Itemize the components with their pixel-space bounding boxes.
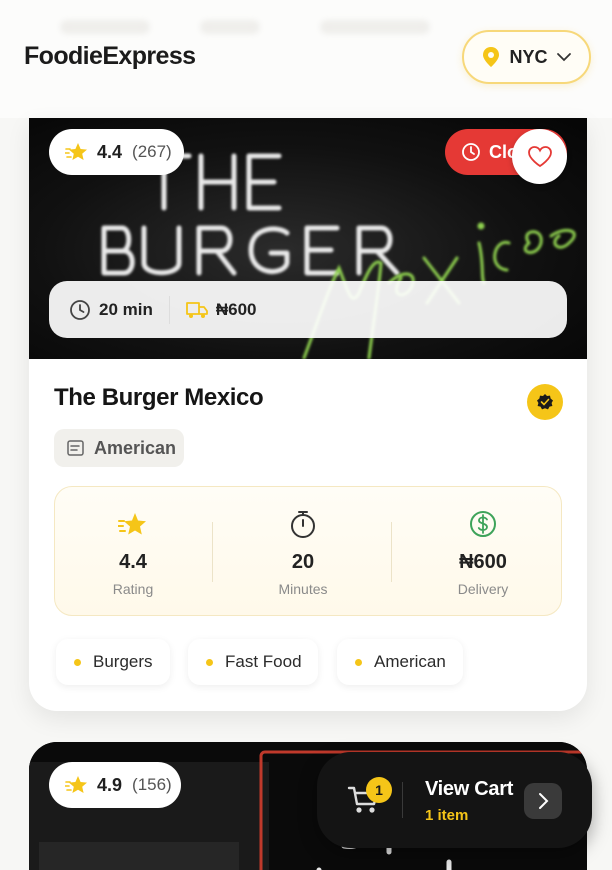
cart-arrow-button[interactable] [524,783,562,819]
app-header: FoodieExpress NYC [0,0,612,118]
delivery-time: 20 min [69,299,153,321]
stat-delivery-value: ₦600 [459,551,507,573]
delivery-info-bar: 20 min ₦600 [49,281,567,338]
stat-minutes-value: 20 [291,551,315,573]
category-tag-label: Burgers [93,652,153,671]
stat-rating-caption: Rating [112,581,154,597]
delivery-fee: ₦600 [185,299,257,320]
category-tag-label: Fast Food [225,652,302,671]
app-logo[interactable]: FoodieExpress [24,42,196,71]
location-pin-icon [483,47,500,67]
cart-title: View Cart [425,778,514,800]
cuisine-label: American [94,437,177,458]
stat-divider [391,522,392,582]
tag-dot [206,658,213,666]
verified-check-icon [537,394,553,410]
verified-badge [527,384,563,420]
cuisine-tag: American [54,429,184,467]
review-count: (267) [132,142,172,161]
cart-divider [402,782,403,818]
delivery-time-label: 20 min [99,299,153,319]
delivery-fee-label: ₦600 [215,299,257,319]
menu-book-icon [67,440,84,456]
stat-minutes: 20 Minutes [225,487,381,617]
dollar-icon [470,511,496,537]
category-tag[interactable]: Burgers [56,639,170,685]
rating-value: 4.4 [97,141,123,162]
delivery-truck-icon [185,301,208,318]
review-count: (156) [132,775,172,794]
favorite-button[interactable] [512,129,567,184]
restaurant-name: The Burger Mexico [54,384,264,411]
star-icon [65,143,87,160]
chevron-right-icon [539,793,549,809]
category-tag[interactable]: Fast Food [188,639,318,685]
category-tag-label: American [374,652,446,671]
category-tag[interactable]: American [337,639,463,685]
rating-value: 4.9 [97,774,123,795]
cart-count-badge: 1 [366,777,392,803]
view-cart-button[interactable]: 1 View Cart 1 item [317,752,592,848]
restaurant-card[interactable]: 4.4 (267) Closed 20 min [29,118,587,711]
star-icon [65,776,87,793]
cart-subtitle: 1 item [425,807,469,824]
chevron-down-icon [556,53,571,62]
tag-dot [355,658,362,666]
location-selector-button[interactable]: NYC [462,30,591,84]
info-divider [168,295,170,324]
stat-divider [212,522,213,582]
star-icon [118,513,146,535]
tag-dot [74,658,81,666]
stat-rating-value: 4.4 [119,551,147,573]
heart-icon [527,145,552,167]
stat-rating: 4.4 Rating [55,487,211,617]
stopwatch-icon [291,511,315,538]
restaurant-hero-image: 4.4 (267) Closed 20 min [29,118,587,359]
rating-badge: 4.4 (267) [49,129,184,175]
rating-badge: 4.9 (156) [49,762,181,808]
stat-minutes-caption: Minutes [278,581,328,597]
clock-icon [462,143,480,161]
location-label: NYC [509,46,548,67]
stat-delivery-caption: Delivery [457,581,509,597]
stat-delivery: ₦600 Delivery [405,487,561,617]
clock-icon [70,299,90,320]
restaurant-stats-panel: 4.4 Rating 20 Minutes ₦600 Delivery [54,486,562,616]
